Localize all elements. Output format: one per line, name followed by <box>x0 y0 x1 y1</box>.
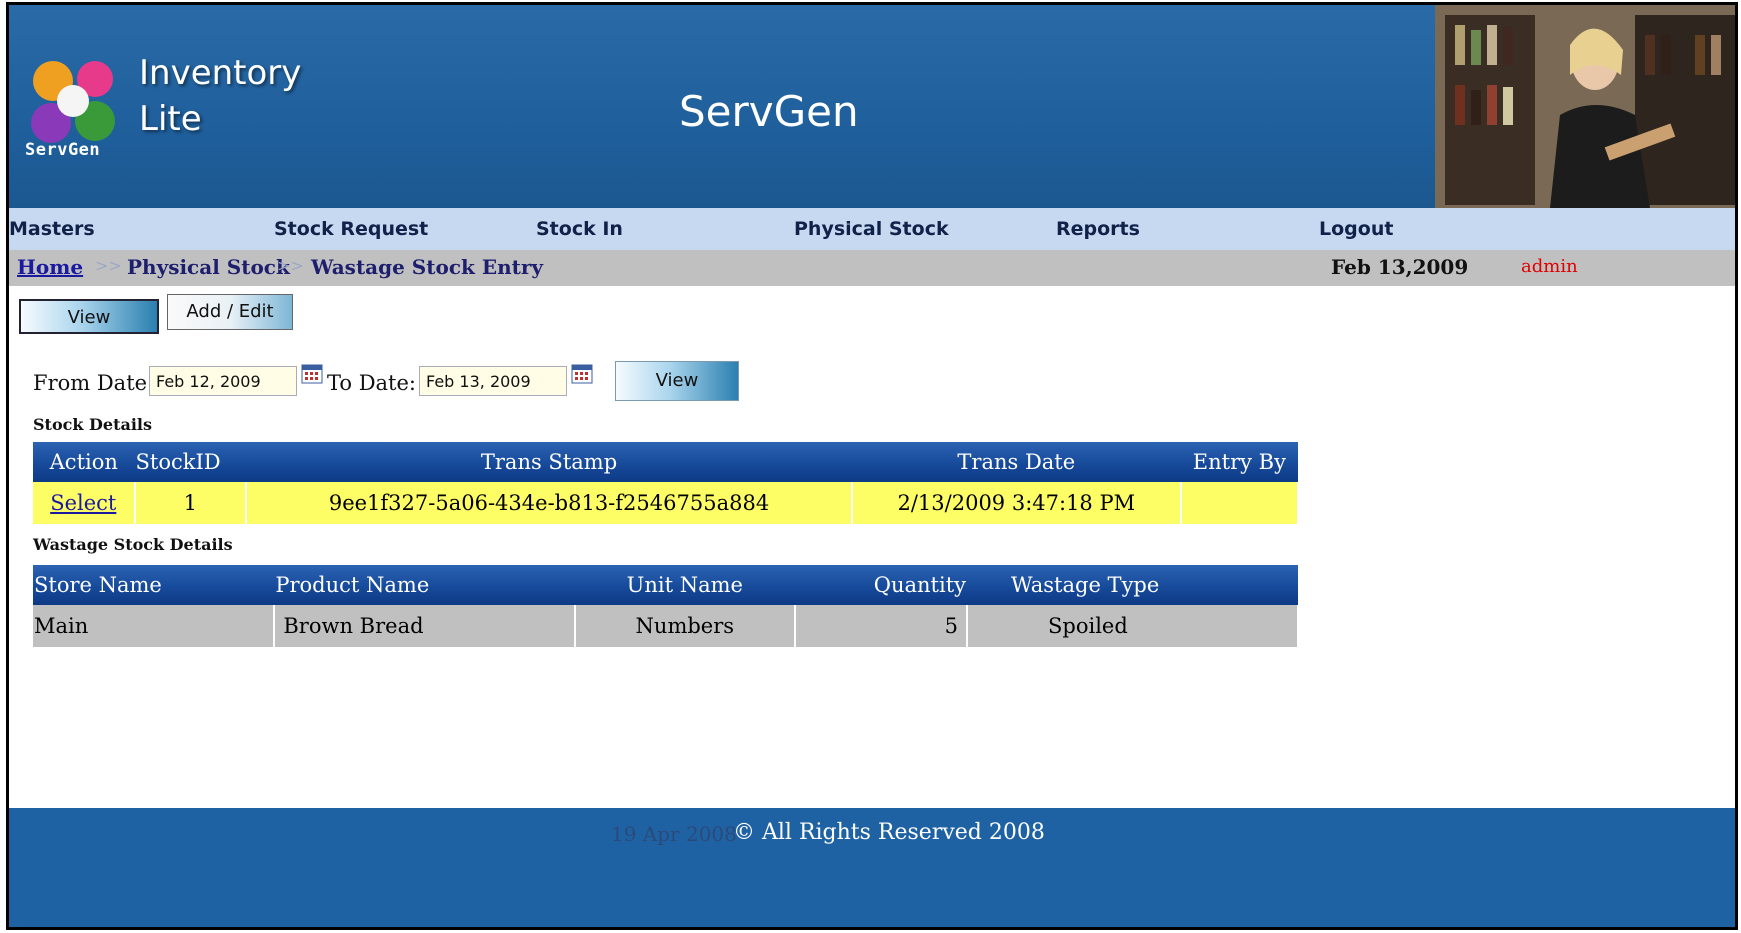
breadcrumb-separator: >> <box>277 256 304 275</box>
shop-photo-image <box>1435 5 1735 208</box>
trans-stamp-cell: 9ee1f327-5a06-434e-b813-f2546755a884 <box>246 482 853 524</box>
footer-date-stamp: 19 Apr 2008 <box>611 822 737 846</box>
product-name-cell: Brown Bread <box>274 605 576 647</box>
col-quantity: Quantity <box>794 565 967 605</box>
to-date-calendar-icon[interactable] <box>571 364 593 384</box>
logo-wordmark: ServGen <box>25 140 101 160</box>
nav-physical-stock[interactable]: Physical Stock <box>794 218 949 240</box>
main-nav: Masters Stock Request Stock In Physical … <box>9 208 1735 250</box>
col-trans-stamp: Trans Stamp <box>246 442 852 482</box>
add-edit-tab-button[interactable]: Add / Edit <box>167 294 293 330</box>
filter-view-button[interactable]: View <box>615 361 739 401</box>
nav-masters[interactable]: Masters <box>9 218 95 240</box>
header-banner: ServGen Inventory Lite ServGen <box>9 5 1735 208</box>
col-product-name: Product Name <box>274 565 575 605</box>
quantity-cell: 5 <box>794 605 969 647</box>
col-unit-name: Unit Name <box>575 565 795 605</box>
breadcrumb-separator: >> <box>95 256 122 275</box>
nav-stock-in[interactable]: Stock In <box>536 218 623 240</box>
app-name-line1: Inventory <box>139 53 302 93</box>
breadcrumb-physical-stock: Physical Stock <box>127 255 290 279</box>
action-cell: Select <box>33 482 136 524</box>
col-stockid: StockID <box>134 442 247 482</box>
app-name: Inventory Lite <box>139 50 301 142</box>
logged-in-user: admin <box>1521 256 1578 277</box>
breadcrumb-current-page: Wastage Stock Entry <box>311 255 544 279</box>
company-title: ServGen <box>679 87 859 136</box>
unit-name-cell: Numbers <box>575 605 796 647</box>
col-action: Action <box>33 442 135 482</box>
trans-date-cell: 2/13/2009 3:47:18 PM <box>851 482 1182 524</box>
from-date-calendar-icon[interactable] <box>301 364 323 384</box>
entry-by-cell <box>1180 482 1300 524</box>
wastage-details-title: Wastage Stock Details <box>33 535 233 554</box>
from-date-label: From Date: <box>33 371 155 395</box>
app-name-line2: Lite <box>139 99 202 139</box>
nav-stock-request[interactable]: Stock Request <box>274 218 428 240</box>
col-wastage-type: Wastage Type <box>967 565 1298 605</box>
col-entry-by: Entry By <box>1180 442 1298 482</box>
stock-details-header-row: Action StockID Trans Stamp Trans Date En… <box>33 442 1298 482</box>
footer-copyright: © All Rights Reserved 2008 <box>733 820 1045 845</box>
from-date-input[interactable] <box>149 366 297 396</box>
view-tab-button[interactable]: View <box>19 299 159 334</box>
select-link[interactable]: Select <box>50 491 116 515</box>
wastage-details-table: Store Name Product Name Unit Name Quanti… <box>33 565 1299 647</box>
nav-logout[interactable]: Logout <box>1319 218 1393 240</box>
stock-details-table: Action StockID Trans Stamp Trans Date En… <box>33 442 1300 524</box>
wastage-type-cell: Spoiled <box>967 605 1299 647</box>
app-window: ServGen Inventory Lite ServGen Masters S… <box>6 2 1738 930</box>
breadcrumb-home-link[interactable]: Home <box>17 255 83 279</box>
col-store-name: Store Name <box>33 565 275 605</box>
stock-details-title: Stock Details <box>33 415 152 434</box>
current-date: Feb 13,2009 <box>1331 255 1469 279</box>
nav-reports[interactable]: Reports <box>1056 218 1140 240</box>
breadcrumb: Home >> Physical Stock >> Wastage Stock … <box>9 250 1735 286</box>
footer: 19 Apr 2008 © All Rights Reserved 2008 <box>9 808 1735 927</box>
to-date-input[interactable] <box>419 366 567 396</box>
to-date-label: To Date: <box>327 371 416 395</box>
table-row: Select 1 9ee1f327-5a06-434e-b813-f254675… <box>33 482 1300 524</box>
table-row: Main Brown Bread Numbers 5 Spoiled <box>33 605 1299 647</box>
wastage-header-row: Store Name Product Name Unit Name Quanti… <box>33 565 1298 605</box>
stockid-cell: 1 <box>134 482 248 524</box>
store-name-cell: Main <box>33 605 276 647</box>
col-trans-date: Trans Date <box>851 442 1181 482</box>
